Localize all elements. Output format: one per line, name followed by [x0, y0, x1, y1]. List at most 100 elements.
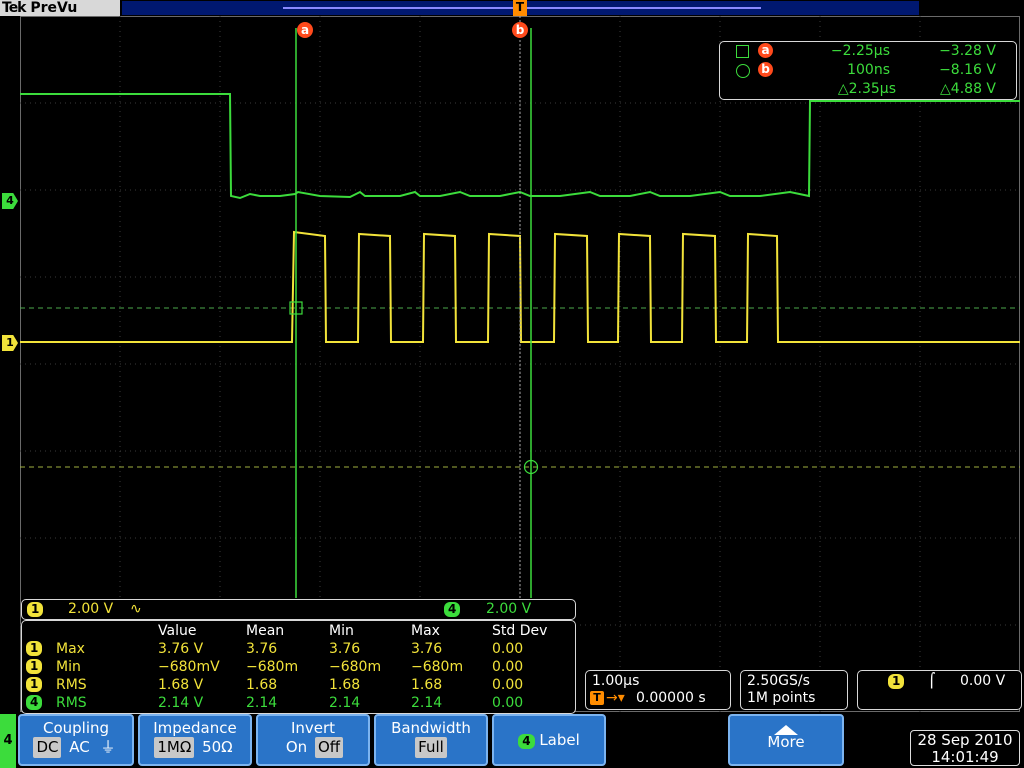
impedance-button[interactable]: Impedance 1MΩ 50Ω — [138, 714, 252, 766]
more-button[interactable]: More — [728, 714, 844, 766]
cursor-a-time: −2.25µs — [830, 43, 890, 59]
invert-on-option[interactable]: On — [283, 737, 310, 758]
datetime-display: 28 Sep 2010 14:01:49 — [910, 730, 1020, 766]
impedance-50ohm-option[interactable]: 50Ω — [199, 737, 236, 758]
trigger-position-marker[interactable]: T — [513, 0, 527, 16]
cursor-b-label[interactable]: b — [512, 22, 528, 38]
more-label: More — [767, 733, 805, 751]
bandwidth-label: Bandwidth — [391, 719, 471, 737]
bandwidth-button[interactable]: Bandwidth Full — [374, 714, 488, 766]
row-max: −680m — [411, 659, 464, 675]
impedance-1mohm-option[interactable]: 1MΩ — [154, 737, 195, 758]
row-channel-badge: 1 — [26, 641, 43, 656]
ch4-scale: 2.00 V — [486, 601, 532, 617]
ch1-badge: 1 — [27, 602, 44, 617]
delay-value: 0.00000 s — [636, 690, 706, 706]
cursor-b-time: 100ns — [847, 62, 890, 78]
row-min: 2.14 — [329, 695, 361, 711]
cursor-b-circle-icon — [736, 64, 750, 78]
row-value: 2.14 V — [158, 695, 204, 711]
up-arrow-icon — [730, 721, 842, 735]
acquisition-readout[interactable]: 2.50GS/s 1M points — [740, 670, 848, 710]
row-mean: 2.14 — [246, 695, 278, 711]
trigger-source-badge: 1 — [888, 674, 905, 689]
row-max: 3.76 — [411, 641, 443, 657]
coupling-ground-icon[interactable]: ⏚ — [98, 737, 119, 758]
trigger-readout[interactable]: 1 ⌠ 0.00 V — [857, 670, 1022, 710]
label-channel-badge: 4 — [518, 734, 535, 749]
horizontal-readout[interactable]: 1.00µs T →▾ 0.00000 s — [585, 670, 731, 710]
table-row: 1 Max 3.76 V 3.76 3.76 3.76 0.00 — [22, 640, 575, 658]
col-header-max: Max — [411, 623, 440, 639]
row-measure-name: RMS — [56, 695, 87, 711]
row-value: 3.76 V — [158, 641, 204, 657]
trigger-level: 0.00 V — [960, 673, 1006, 689]
table-row: 1 RMS 1.68 V 1.68 1.68 1.68 0.00 — [22, 676, 575, 694]
time: 14:01:49 — [931, 748, 999, 766]
row-max: 2.14 — [411, 695, 443, 711]
invert-button[interactable]: Invert On Off — [256, 714, 370, 766]
row-value: 1.68 V — [158, 677, 204, 693]
col-header-stddev: Std Dev — [492, 623, 548, 639]
record-length: 1M points — [747, 690, 816, 706]
vertical-scale-bar[interactable]: 1 2.00 V ∿ 4 2.00 V — [21, 599, 576, 620]
cursor-b-badge: b — [758, 62, 773, 77]
row-min: −680m — [329, 659, 382, 675]
delay-arrow-icon: →▾ — [606, 690, 625, 706]
row-measure-name: Min — [56, 659, 81, 675]
vendor-name: Tek — [2, 0, 26, 16]
cursor-a-voltage: −3.28 V — [939, 43, 996, 59]
ch1-scale: 2.00 V — [68, 601, 114, 617]
row-value: −680mV — [158, 659, 220, 675]
sample-rate: 2.50GS/s — [747, 673, 810, 689]
row-min: 3.76 — [329, 641, 361, 657]
cursor-a-badge: a — [758, 43, 773, 58]
row-channel-badge: 1 — [26, 659, 43, 674]
menu-channel-tab: 4 — [0, 714, 16, 768]
coupling-label: Coupling — [42, 719, 110, 737]
ch4-badge: 4 — [444, 602, 461, 617]
row-stddev: 0.00 — [492, 677, 524, 693]
row-measure-name: Max — [56, 641, 85, 657]
row-stddev: 0.00 — [492, 695, 524, 711]
acquisition-mode: PreVu — [30, 0, 78, 16]
measurement-table[interactable]: Value Mean Min Max Std Dev 1 Max 3.76 V … — [21, 620, 576, 714]
label-button[interactable]: 4 Label — [492, 714, 606, 766]
label-text: Label — [539, 731, 580, 749]
date: 28 Sep 2010 — [917, 731, 1013, 749]
ch1-bandwidth-limit-icon: ∿ — [130, 601, 142, 617]
table-row: 4 RMS 2.14 V 2.14 2.14 2.14 0.00 — [22, 694, 575, 712]
delay-trigger-icon: T — [590, 691, 604, 705]
invert-off-option[interactable]: Off — [314, 737, 344, 758]
row-min: 1.68 — [329, 677, 361, 693]
cursor-readout: a −2.25µs −3.28 V b 100ns −8.16 V △2.35µ… — [719, 41, 1017, 100]
row-mean: −680m — [246, 659, 299, 675]
row-mean: 3.76 — [246, 641, 278, 657]
col-header-value: Value — [158, 623, 197, 639]
col-header-min: Min — [329, 623, 354, 639]
coupling-button[interactable]: Coupling DC AC ⏚ — [18, 714, 134, 766]
bandwidth-value: Full — [415, 737, 447, 758]
cursor-a-label[interactable]: a — [297, 22, 313, 38]
impedance-label: Impedance — [153, 719, 237, 737]
cursor-delta-time: △2.35µs — [837, 81, 896, 97]
channel-marker-rail — [0, 16, 20, 714]
row-stddev: 0.00 — [492, 641, 524, 657]
coupling-dc-option[interactable]: DC — [33, 737, 62, 758]
row-max: 1.68 — [411, 677, 443, 693]
col-header-mean: Mean — [246, 623, 285, 639]
row-channel-badge: 1 — [26, 677, 43, 692]
row-channel-badge: 4 — [26, 695, 43, 710]
row-stddev: 0.00 — [492, 659, 524, 675]
cursor-a-square-icon — [736, 45, 749, 58]
coupling-ac-option[interactable]: AC — [66, 737, 92, 758]
row-mean: 1.68 — [246, 677, 278, 693]
row-measure-name: RMS — [56, 677, 87, 693]
cursor-b-voltage: −8.16 V — [939, 62, 996, 78]
timebase: 1.00µs — [592, 673, 640, 689]
rising-edge-icon: ⌠ — [928, 673, 936, 689]
cursor-delta-voltage: △4.88 V — [940, 81, 996, 97]
brand-label: Tek PreVu — [0, 0, 120, 16]
invert-label: Invert — [290, 719, 336, 737]
table-row: 1 Min −680mV −680m −680m −680m 0.00 — [22, 658, 575, 676]
